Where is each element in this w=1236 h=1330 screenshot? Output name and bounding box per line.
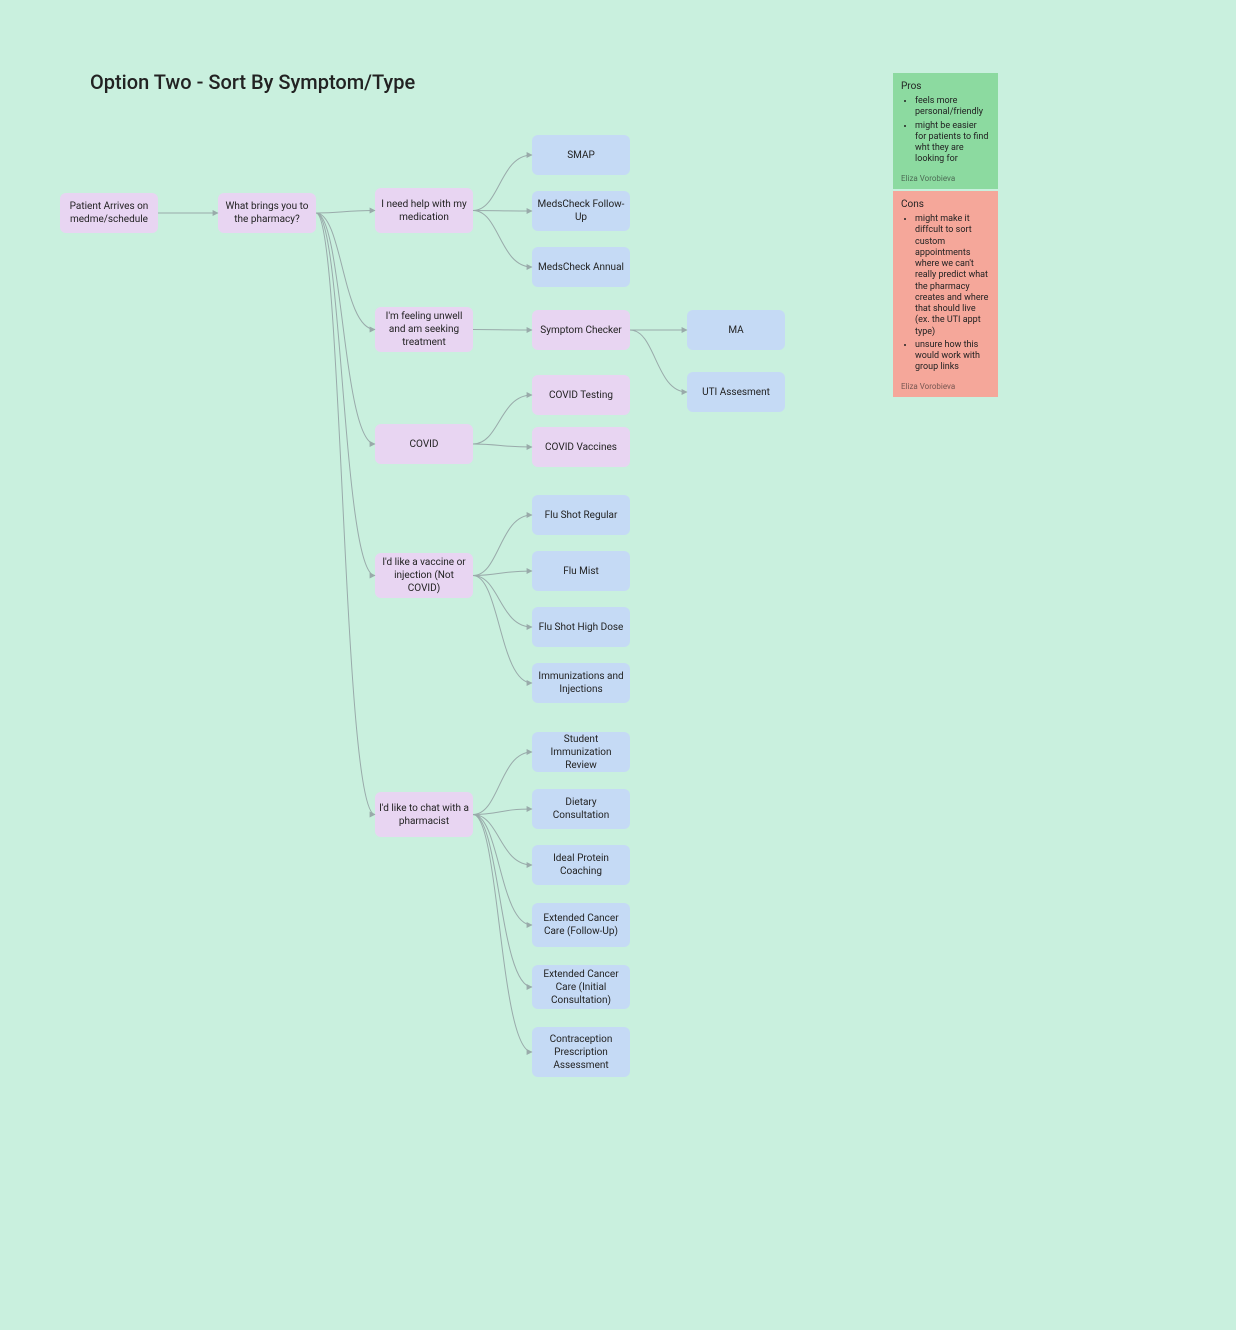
node-patient-arrives[interactable]: Patient Arrives on medme/schedule xyxy=(60,193,158,233)
node-covid-testing[interactable]: COVID Testing xyxy=(532,375,630,415)
sticky-author: Eliza Vorobieva xyxy=(901,174,990,183)
sticky-cons-list: might make it diffcult to sort custom ap… xyxy=(901,214,990,374)
sticky-pros-title: Pros xyxy=(901,81,990,92)
node-cancer-initial[interactable]: Extended Cancer Care (Initial Consultati… xyxy=(532,965,630,1009)
node-covid[interactable]: COVID xyxy=(375,424,473,464)
sticky-pros-list: feels more personal/friendly might be ea… xyxy=(901,96,990,166)
node-feeling-unwell[interactable]: I'm feeling unwell and am seeking treatm… xyxy=(375,307,473,352)
node-flu-regular[interactable]: Flu Shot Regular xyxy=(532,495,630,535)
node-medscheck-follow[interactable]: MedsCheck Follow-Up xyxy=(532,191,630,231)
sticky-cons[interactable]: Cons might make it diffcult to sort cust… xyxy=(893,191,998,397)
node-uti-assessment[interactable]: UTI Assesment xyxy=(687,372,785,412)
sticky-cons-title: Cons xyxy=(901,199,990,210)
node-flu-high-dose[interactable]: Flu Shot High Dose xyxy=(532,607,630,647)
diagram-title: Option Two - Sort By Symptom/Type xyxy=(90,70,415,94)
node-contraception[interactable]: Contraception Prescription Assessment xyxy=(532,1027,630,1077)
node-covid-vaccines[interactable]: COVID Vaccines xyxy=(532,427,630,467)
node-immunizations[interactable]: Immunizations and Injections xyxy=(532,663,630,703)
node-vaccine[interactable]: I'd like a vaccine or injection (Not COV… xyxy=(375,553,473,598)
list-item: might make it diffcult to sort custom ap… xyxy=(915,214,990,338)
node-smap[interactable]: SMAP xyxy=(532,135,630,175)
list-item: might be easier for patients to find wht… xyxy=(915,121,990,166)
list-item: unsure how this would work with group li… xyxy=(915,340,990,374)
node-what-brings[interactable]: What brings you to the pharmacy? xyxy=(218,193,316,233)
node-symptom-checker[interactable]: Symptom Checker xyxy=(532,310,630,350)
sticky-pros[interactable]: Pros feels more personal/friendly might … xyxy=(893,73,998,189)
sticky-author: Eliza Vorobieva xyxy=(901,382,990,391)
node-medscheck-annual[interactable]: MedsCheck Annual xyxy=(532,247,630,287)
node-ma[interactable]: MA xyxy=(687,310,785,350)
node-need-med[interactable]: I need help with my medication xyxy=(375,188,473,233)
node-protein-coaching[interactable]: Ideal Protein Coaching xyxy=(532,845,630,885)
node-dietary[interactable]: Dietary Consultation xyxy=(532,789,630,829)
node-flu-mist[interactable]: Flu Mist xyxy=(532,551,630,591)
node-cancer-followup[interactable]: Extended Cancer Care (Follow-Up) xyxy=(532,903,630,947)
node-student-immun[interactable]: Student Immunization Review xyxy=(532,732,630,772)
list-item: feels more personal/friendly xyxy=(915,96,990,119)
node-chat-pharmacist[interactable]: I'd like to chat with a pharmacist xyxy=(375,792,473,837)
